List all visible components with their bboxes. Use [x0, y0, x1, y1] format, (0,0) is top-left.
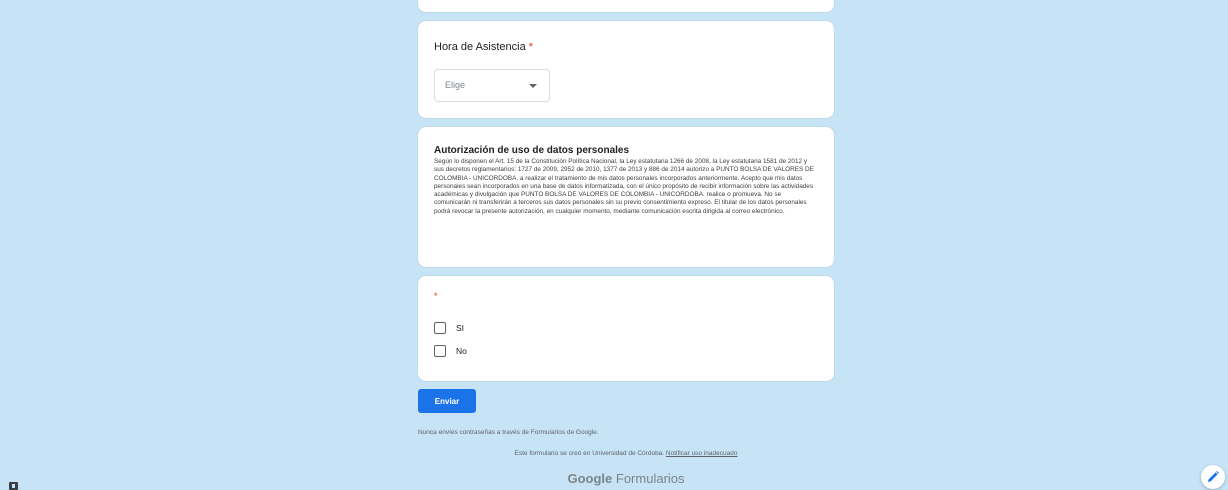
question-title: Hora de Asistencia * [434, 41, 533, 53]
created-text: Este formulario se creó en Universidad d… [514, 450, 665, 457]
report-icon[interactable] [9, 482, 18, 490]
consent-question-card: * SI No [418, 276, 834, 381]
brand-forms: Formularios [615, 471, 685, 486]
hora-dropdown[interactable]: Elige [434, 69, 550, 102]
brand-google: Google [567, 471, 613, 486]
dropdown-placeholder: Elige [445, 80, 466, 90]
option-no-label: No [456, 346, 467, 356]
option-si-label: SI [456, 323, 465, 333]
authorization-title: Autorización de uso de datos personales [434, 145, 630, 156]
password-warning: Nunca envíes contraseñas a través de For… [418, 429, 599, 436]
authorization-text: Según lo disponen el Art. 15 de la Const… [434, 158, 814, 215]
pencil-icon [1208, 471, 1219, 482]
caret-down-icon [529, 84, 537, 88]
previous-card-edge [418, 0, 834, 12]
question-title-text: Hora de Asistencia [434, 41, 526, 53]
checkbox-si[interactable] [434, 322, 446, 334]
submit-button[interactable]: Enviar [418, 389, 476, 413]
required-asterisk: * [528, 41, 534, 53]
edit-button[interactable] [1201, 465, 1225, 489]
required-asterisk: * [434, 291, 438, 301]
authorization-card: Autorización de uso de datos personales … [418, 127, 834, 267]
checkbox-no[interactable] [434, 345, 446, 357]
google-forms-logo: Google Formularios [418, 471, 834, 486]
report-abuse-link[interactable]: Notificar uso inadecuado [666, 450, 738, 457]
created-notice: Este formulario se creó en Universidad d… [418, 450, 834, 457]
question-card-hora: Hora de Asistencia * Elige [418, 21, 834, 118]
